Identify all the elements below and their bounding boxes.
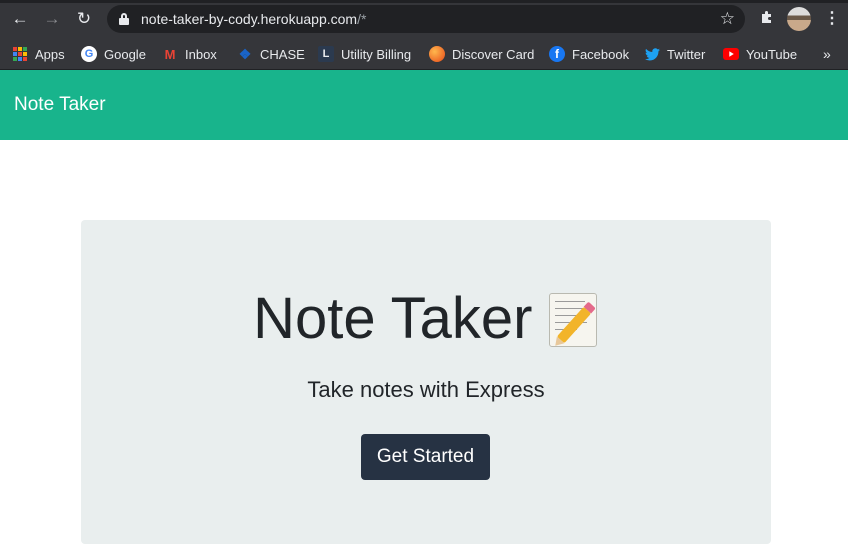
- bookmark-label: YouTube: [746, 46, 798, 62]
- bookmark-label: CHASE: [260, 46, 305, 62]
- forward-arrow-icon[interactable]: →: [42, 9, 62, 29]
- discover-icon: [429, 46, 445, 62]
- hero-title-text: Note Taker: [253, 286, 533, 351]
- address-bar[interactable]: note-taker-by-cody.herokuapp.com/* ☆: [107, 5, 745, 33]
- memo-icon: [548, 291, 599, 347]
- bookmark-label: Google: [104, 46, 146, 62]
- bookmark-google[interactable]: G Google: [81, 44, 146, 64]
- chase-icon: ❖: [238, 45, 252, 62]
- google-icon: G: [81, 46, 97, 62]
- browser-toolbar: ← → ↻ note-taker-by-cody.herokuapp.com/*…: [0, 0, 848, 38]
- gmail-icon: M: [164, 46, 176, 62]
- bookmarks-bar: Apps G Google M Inbox ❖ CHASE L Utility …: [0, 38, 848, 70]
- hero-jumbotron: Note Taker Take notes with Express Get S…: [81, 220, 771, 544]
- bookmark-label: Twitter: [667, 46, 706, 62]
- bookmark-star-icon[interactable]: ☆: [720, 9, 735, 29]
- bookmark-facebook[interactable]: f Facebook: [549, 44, 629, 64]
- bookmark-apps[interactable]: Apps: [12, 44, 65, 64]
- hero-subtitle: Take notes with Express: [307, 377, 545, 402]
- bookmark-label: Utility Billing: [341, 46, 412, 62]
- url-path: /*: [357, 11, 367, 27]
- bookmark-chase[interactable]: ❖ CHASE: [237, 44, 305, 64]
- bookmark-inbox[interactable]: M Inbox: [162, 44, 217, 64]
- extensions-puzzle-icon[interactable]: [758, 9, 776, 27]
- bookmark-discover-card[interactable]: Discover Card: [429, 44, 534, 64]
- twitter-icon: [644, 46, 660, 62]
- hero-heading: Note Taker: [81, 285, 771, 352]
- url-host: note-taker-by-cody.herokuapp.com: [141, 11, 358, 27]
- back-arrow-icon[interactable]: ←: [10, 9, 30, 29]
- get-started-button[interactable]: Get Started: [361, 434, 490, 480]
- bookmark-label: Inbox: [185, 46, 217, 62]
- bookmark-label: Facebook: [572, 46, 630, 62]
- reload-icon[interactable]: ↻: [74, 9, 94, 29]
- bookmark-utility-billing[interactable]: L Utility Billing: [318, 44, 411, 64]
- apps-grid-icon: [12, 46, 28, 62]
- lock-icon: [119, 13, 129, 25]
- bookmark-youtube[interactable]: YouTube: [723, 44, 797, 64]
- url-text[interactable]: note-taker-by-cody.herokuapp.com/*: [141, 11, 366, 27]
- more-bookmarks-chevron-icon[interactable]: »: [823, 46, 831, 62]
- browser-menu-icon[interactable]: ⋮: [824, 9, 840, 29]
- bookmark-label: Apps: [35, 46, 65, 62]
- youtube-icon: [723, 46, 739, 62]
- tab-strip-edge: [0, 0, 848, 3]
- utility-billing-icon: L: [318, 46, 334, 62]
- site-navbar: Note Taker: [0, 70, 848, 140]
- bookmark-twitter[interactable]: Twitter: [644, 44, 705, 64]
- bookmark-label: Discover Card: [452, 46, 535, 62]
- navbar-brand[interactable]: Note Taker: [14, 94, 106, 116]
- profile-avatar[interactable]: [787, 7, 811, 31]
- facebook-icon: f: [549, 46, 565, 62]
